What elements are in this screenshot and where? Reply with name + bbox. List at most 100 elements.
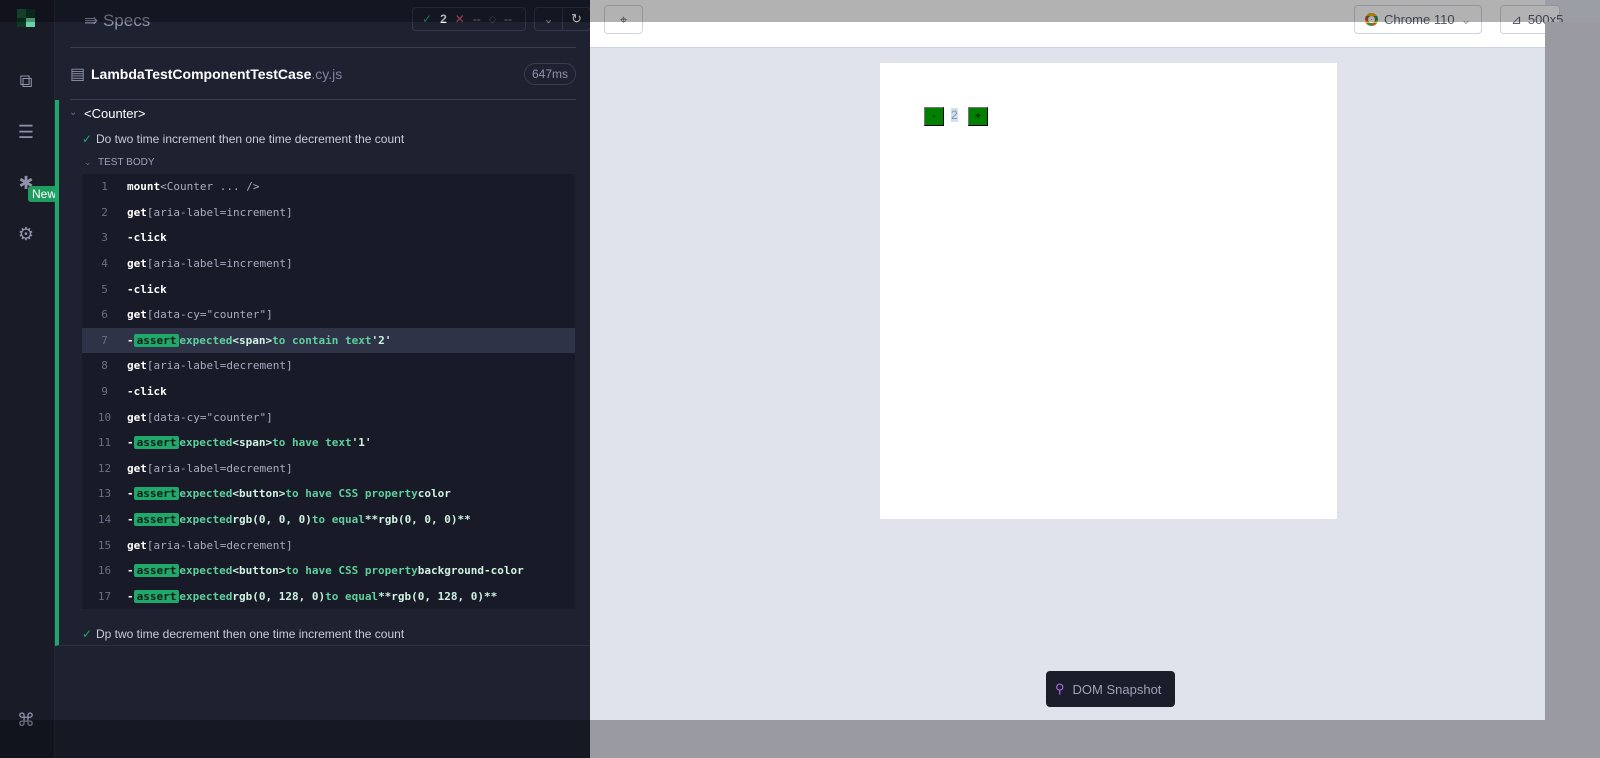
app-under-test: ⌖ Chrome 110 ⌄ ⊿ 500x5 - 2 + ⚲ DOM Snapshot [590,0,1600,758]
cypress-logo[interactable] [17,9,35,27]
command-name: get [127,359,147,373]
aut-iframe: - 2 + [880,63,1337,519]
failed-x-icon: ✕ [454,12,465,26]
assert-message-part: rgb(0, 128, 0) [232,589,326,603]
dom-snapshot-indicator[interactable]: ⚲ DOM Snapshot [1046,671,1175,707]
command-name: -click [127,231,167,245]
decrement-button[interactable]: - [924,107,944,126]
command-name: -click [127,282,167,296]
assert-message-part: expected [179,589,233,603]
assert-message-part: <span> [232,333,273,347]
test-title[interactable]: Do two time increment then one time decr… [96,132,404,146]
suite-counter: ⌄ <Counter> ✓ Do two time increment then… [55,100,590,646]
assert-message-part: **rgb(0, 128, 0)** [378,589,498,603]
command-number: 5 [101,282,108,296]
assert-message-part: <span> [232,436,273,450]
run-controls: ⌄ ↻ [534,7,591,31]
command-number: 17 [97,589,112,603]
command-row[interactable]: 16 - assert expected <button> to have CSS … [82,558,575,584]
assert-message-part: '1' [351,436,372,450]
command-row[interactable]: 17 - assert expected rgb(0, 128, 0) to equ… [82,584,575,610]
browser-select[interactable]: Chrome 110 ⌄ [1354,5,1483,34]
assert-badge: assert [133,513,180,527]
runs-nav-icon[interactable]: ☰ [14,120,38,144]
pending-count: -- [503,12,512,26]
command-number: 11 [97,436,112,450]
test-title[interactable]: Dp two time decrement then one time incr… [96,627,404,641]
assert-message-part: to have CSS property [285,564,418,578]
assert-message-part: '2' [371,333,392,347]
side-nav: ⧉ ☰ ✱ New ⚙ ⌘ [0,0,61,758]
increment-button[interactable]: + [968,107,988,126]
command-args: [aria-label=decrement] [146,359,293,373]
command-name: get [127,257,147,271]
passed-count: 2 [440,12,447,26]
assert-message-part: <button> [232,487,286,501]
command-name: get [127,308,147,322]
collapse-chevron-icon[interactable]: ⌄ [535,8,562,30]
suite-title[interactable]: <Counter> [84,106,145,121]
assert-message-part: to have CSS property [285,487,418,501]
command-number: 8 [101,359,108,373]
overlay-bottom-left [0,720,590,758]
child-dash: - [127,436,134,450]
command-row[interactable]: 4 get [aria-label=increment] [82,251,575,277]
command-row[interactable]: 6 get [data-cy="counter"] [82,302,575,328]
command-row[interactable]: 7 - assert expected <span> to contain text… [82,327,575,354]
failed-count: -- [472,12,481,26]
command-number: 6 [101,308,108,322]
test-pass-icon: ✓ [82,132,93,146]
aut-toolbar: ⌖ Chrome 110 ⌄ ⊿ 500x5 [590,0,1563,48]
assert-badge: assert [133,564,180,578]
command-name: get [127,538,147,552]
assert-badge: assert [133,589,180,603]
section-chevron-icon[interactable]: ⌄ [84,157,92,168]
command-row[interactable]: 15 get [aria-label=decrement] [82,532,575,558]
selector-playground-crosshair-icon[interactable]: ⌖ [604,5,643,34]
command-name: get [127,461,147,475]
command-row[interactable]: 2 get [aria-label=increment] [82,200,575,226]
child-dash: - [127,487,134,501]
command-number: 14 [97,513,112,527]
overlay-bottom [590,720,1600,758]
test-body-label[interactable]: TEST BODY [98,157,155,168]
command-row[interactable]: 12 get [aria-label=decrement] [82,456,575,482]
rerun-icon[interactable]: ↻ [562,8,590,30]
specs-nav-icon[interactable]: ⧉ [14,69,38,93]
command-row[interactable]: 10 get [data-cy="counter"] [82,404,575,430]
reporter-panel: ⇛ Specs ✓ 2 ✕ -- ◌ -- ⌄ ↻ ▤ LambdaTestCompon… [55,0,591,758]
command-args: [aria-label=decrement] [146,538,293,552]
command-number: 15 [97,538,112,552]
assert-message-part: expected [179,487,233,501]
command-row[interactable]: 14 - assert expected rgb(0, 0, 0) to equal… [82,507,575,533]
command-name: get [127,205,147,219]
command-number: 13 [97,487,112,501]
assert-message-part: expected [179,333,233,347]
command-number: 9 [101,385,108,399]
assert-badge: assert [133,436,180,450]
specs-toggle[interactable]: ⇛ Specs [84,11,150,31]
settings-gear-icon[interactable]: ⚙ [14,222,38,246]
specs-title: Specs [102,11,151,30]
spec-file-name: LambdaTestComponentTestCase.cy.js [91,66,343,82]
duration-badge: 647ms [523,63,576,85]
ruler-icon: ⊿ [1511,11,1522,27]
command-number: 12 [97,461,112,475]
assert-message-part: to have text [272,436,352,450]
command-row[interactable]: 11 - assert expected <span> to have text '… [82,430,575,456]
assert-message-part: to equal [311,513,365,527]
command-number: 16 [97,564,112,578]
browser-label: Chrome 110 [1384,12,1455,27]
command-row[interactable]: 5 -click [82,276,575,302]
suite-chevron-icon[interactable]: ⌄ [69,107,77,118]
assert-message-part: rgb(0, 0, 0) [232,513,312,527]
command-args: [aria-label=increment] [146,205,293,219]
command-row[interactable]: 13 - assert expected <button> to have CSS … [82,481,575,507]
command-name: get [127,410,147,424]
command-row[interactable]: 8 get [aria-label=decrement] [82,353,575,379]
command-row[interactable]: 3 -click [82,225,575,251]
assert-message-part: color [417,487,451,501]
chrome-icon [1365,13,1378,26]
command-row[interactable]: 1 mount <Counter ... /> [82,174,575,200]
command-row[interactable]: 9 -click [82,379,575,405]
